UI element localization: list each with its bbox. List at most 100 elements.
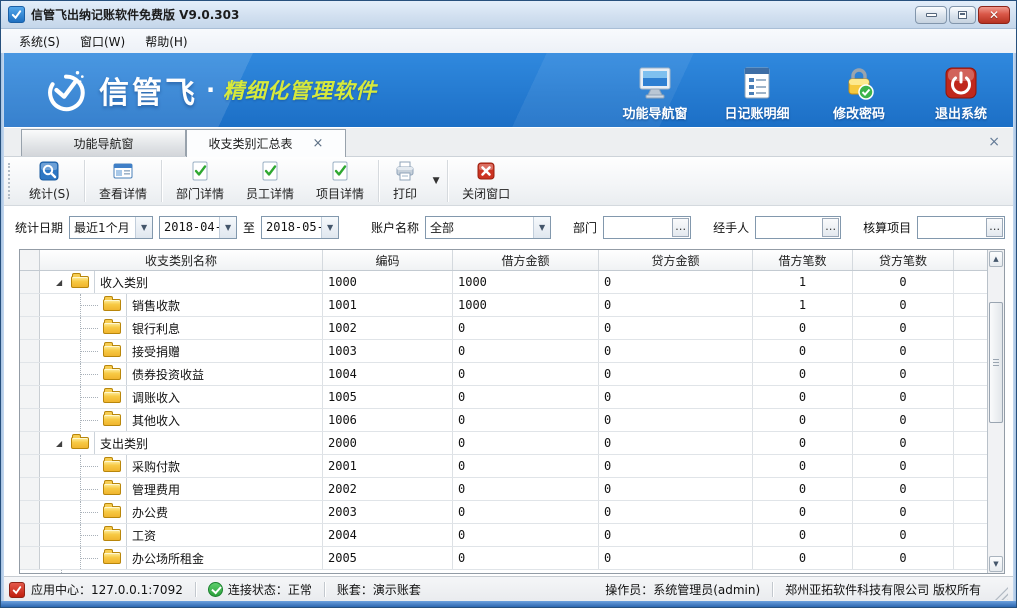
copyright-text: 郑州亚拓软件科技有限公司 版权所有 — [785, 581, 981, 598]
table-row[interactable]: ◢ 银行利息 1002 0 0 0 0 — [20, 317, 987, 340]
table-row[interactable]: ◢ 销售收款 1001 1000 0 1 0 — [20, 294, 987, 317]
minimize-button[interactable] — [915, 6, 947, 24]
table-row[interactable]: ◢ 债券投资收益 1004 0 0 0 0 — [20, 363, 987, 386]
header-debit-count[interactable]: 借方笔数 — [753, 250, 853, 270]
chevron-down-icon[interactable]: ▼ — [135, 217, 152, 238]
menu-system[interactable]: 系统(S) — [9, 30, 70, 53]
brand-block: 信管飞 · 精细化管理软件 — [43, 53, 377, 127]
scroll-down-icon[interactable]: ▼ — [989, 556, 1003, 572]
table-row[interactable]: ◢ 管理费用 2002 0 0 0 0 — [20, 478, 987, 501]
table-row[interactable]: ◢ 收入类别 1000 1000 0 1 0 — [20, 271, 987, 294]
date-to-combo[interactable]: 2018-05-21 ▼ — [261, 216, 339, 239]
operator-status: 操作员：系统管理员(admin) — [605, 581, 760, 598]
table-row[interactable]: ◢ 工资 2004 0 0 0 0 — [20, 524, 987, 547]
print-button[interactable]: 打印 — [382, 159, 428, 203]
scroll-up-icon[interactable]: ▲ — [989, 251, 1003, 267]
print-dropdown-arrow[interactable]: ▼ — [428, 159, 444, 203]
row-indicator — [20, 524, 40, 546]
project-field[interactable]: … — [917, 216, 1005, 239]
exit-system-button[interactable]: 退出系统 — [922, 66, 1000, 122]
category-cell: ◢ 银行利息 — [40, 317, 323, 339]
resize-grip[interactable] — [995, 587, 1008, 600]
dept-field[interactable]: … — [603, 216, 691, 239]
dept-detail-button[interactable]: 部门详情 — [165, 159, 235, 203]
category-cell: ◢ 接受捐赠 — [40, 340, 323, 362]
account-set-status: 账套：演示账套 — [337, 581, 421, 598]
status-separator — [324, 582, 325, 597]
table-row[interactable]: ◢ 调账收入 1005 0 0 0 0 — [20, 386, 987, 409]
folder-icon — [103, 299, 121, 311]
filter-row: 统计日期 最近1个月 ▼ 2018-04-21 ▼ 至 2018-05-21 ▼… — [15, 215, 1008, 239]
date-preset-combo[interactable]: 最近1个月 ▼ — [69, 216, 153, 239]
toolbar-separator — [84, 160, 85, 202]
strip-close-icon[interactable]: × — [988, 135, 1000, 149]
category-cell: ◢ 其他收入 — [40, 409, 323, 431]
tree-connector — [80, 363, 99, 385]
folder-icon — [103, 529, 121, 541]
folder-icon — [103, 414, 121, 426]
folder-icon — [71, 437, 89, 449]
category-cell: ◢ 采购付款 — [40, 455, 323, 477]
scrollbar-track[interactable] — [988, 268, 1004, 555]
date-from-combo[interactable]: 2018-04-21 ▼ — [159, 216, 237, 239]
power-icon — [944, 66, 978, 100]
folder-icon — [71, 276, 89, 288]
project-detail-button[interactable]: 项目详情 — [305, 159, 375, 203]
chevron-down-icon[interactable]: ▼ — [533, 217, 550, 238]
maximize-button[interactable] — [949, 6, 976, 24]
chevron-down-icon[interactable]: ▼ — [321, 217, 338, 238]
tree-connector — [80, 478, 99, 500]
header-credit[interactable]: 贷方金额 — [599, 250, 753, 270]
connection-status: 连接状态：正常 — [208, 581, 312, 598]
expand-icon[interactable]: ◢ — [56, 278, 67, 287]
tab-report[interactable]: 收支类别汇总表 × — [186, 129, 346, 157]
stats-button[interactable]: 统计(S) — [18, 159, 81, 203]
category-cell: ◢ 办公场所租金 — [40, 547, 323, 569]
menu-help[interactable]: 帮助(H) — [135, 30, 197, 53]
table-row[interactable]: ◢ 支出类别 2000 0 0 0 0 — [20, 432, 987, 455]
table-row[interactable]: ◢ 办公费 2003 0 0 0 0 — [20, 501, 987, 524]
stats-icon — [38, 160, 60, 182]
table-row[interactable]: ◢ 接受捐赠 1003 0 0 0 0 — [20, 340, 987, 363]
close-button[interactable]: ✕ — [978, 6, 1010, 24]
header-credit-count[interactable]: 贷方笔数 — [853, 250, 954, 270]
table-row[interactable]: ◢ 办公场所租金 2005 0 0 0 0 — [20, 547, 987, 570]
print-icon — [394, 160, 416, 182]
tab-nav-window[interactable]: 功能导航窗 — [21, 129, 186, 156]
header-debit[interactable]: 借方金额 — [453, 250, 599, 270]
category-cell: ◢ 销售收款 — [40, 294, 323, 316]
row-indicator — [20, 409, 40, 431]
ellipsis-icon[interactable]: … — [672, 218, 689, 237]
expand-icon[interactable]: ◢ — [56, 439, 67, 448]
change-password-button[interactable]: 修改密码 — [820, 66, 898, 122]
folder-icon — [103, 506, 121, 518]
tree-connector — [80, 386, 99, 408]
table-row[interactable]: ◢ 其他收入 1006 0 0 0 0 — [20, 409, 987, 432]
menu-window[interactable]: 窗口(W) — [70, 30, 135, 53]
close-window-button[interactable]: 关闭窗口 — [451, 159, 521, 203]
tab-close-icon[interactable]: × — [313, 137, 324, 150]
category-cell: ◢ 调账收入 — [40, 386, 323, 408]
account-combo[interactable]: 全部 ▼ — [425, 216, 551, 239]
nav-window-button[interactable]: 功能导航窗 — [616, 66, 694, 122]
header-filler — [954, 250, 987, 270]
header-category[interactable]: 收支类别名称 — [40, 250, 323, 270]
toolbar-separator — [447, 160, 448, 202]
scrollbar-thumb[interactable] — [989, 302, 1003, 423]
chevron-down-icon[interactable]: ▼ — [219, 217, 236, 238]
table-row[interactable]: ◢ 采购付款 2001 0 0 0 0 — [20, 455, 987, 478]
journal-detail-button[interactable]: 日记账明细 — [718, 66, 796, 122]
toolbar-grip[interactable] — [8, 163, 12, 199]
category-cell: ◢ 债券投资收益 — [40, 363, 323, 385]
tree-connector — [80, 547, 99, 569]
vertical-scrollbar[interactable]: ▲ ▼ — [987, 250, 1004, 573]
header-code[interactable]: 编码 — [323, 250, 453, 270]
employee-detail-button[interactable]: 员工详情 — [235, 159, 305, 203]
view-detail-button[interactable]: 查看详情 — [88, 159, 158, 203]
ellipsis-icon[interactable]: … — [986, 218, 1003, 237]
tree-connector — [80, 317, 99, 339]
brand-logo-icon — [43, 67, 89, 113]
row-indicator — [20, 317, 40, 339]
ellipsis-icon[interactable]: … — [822, 218, 839, 237]
handler-field[interactable]: … — [755, 216, 841, 239]
